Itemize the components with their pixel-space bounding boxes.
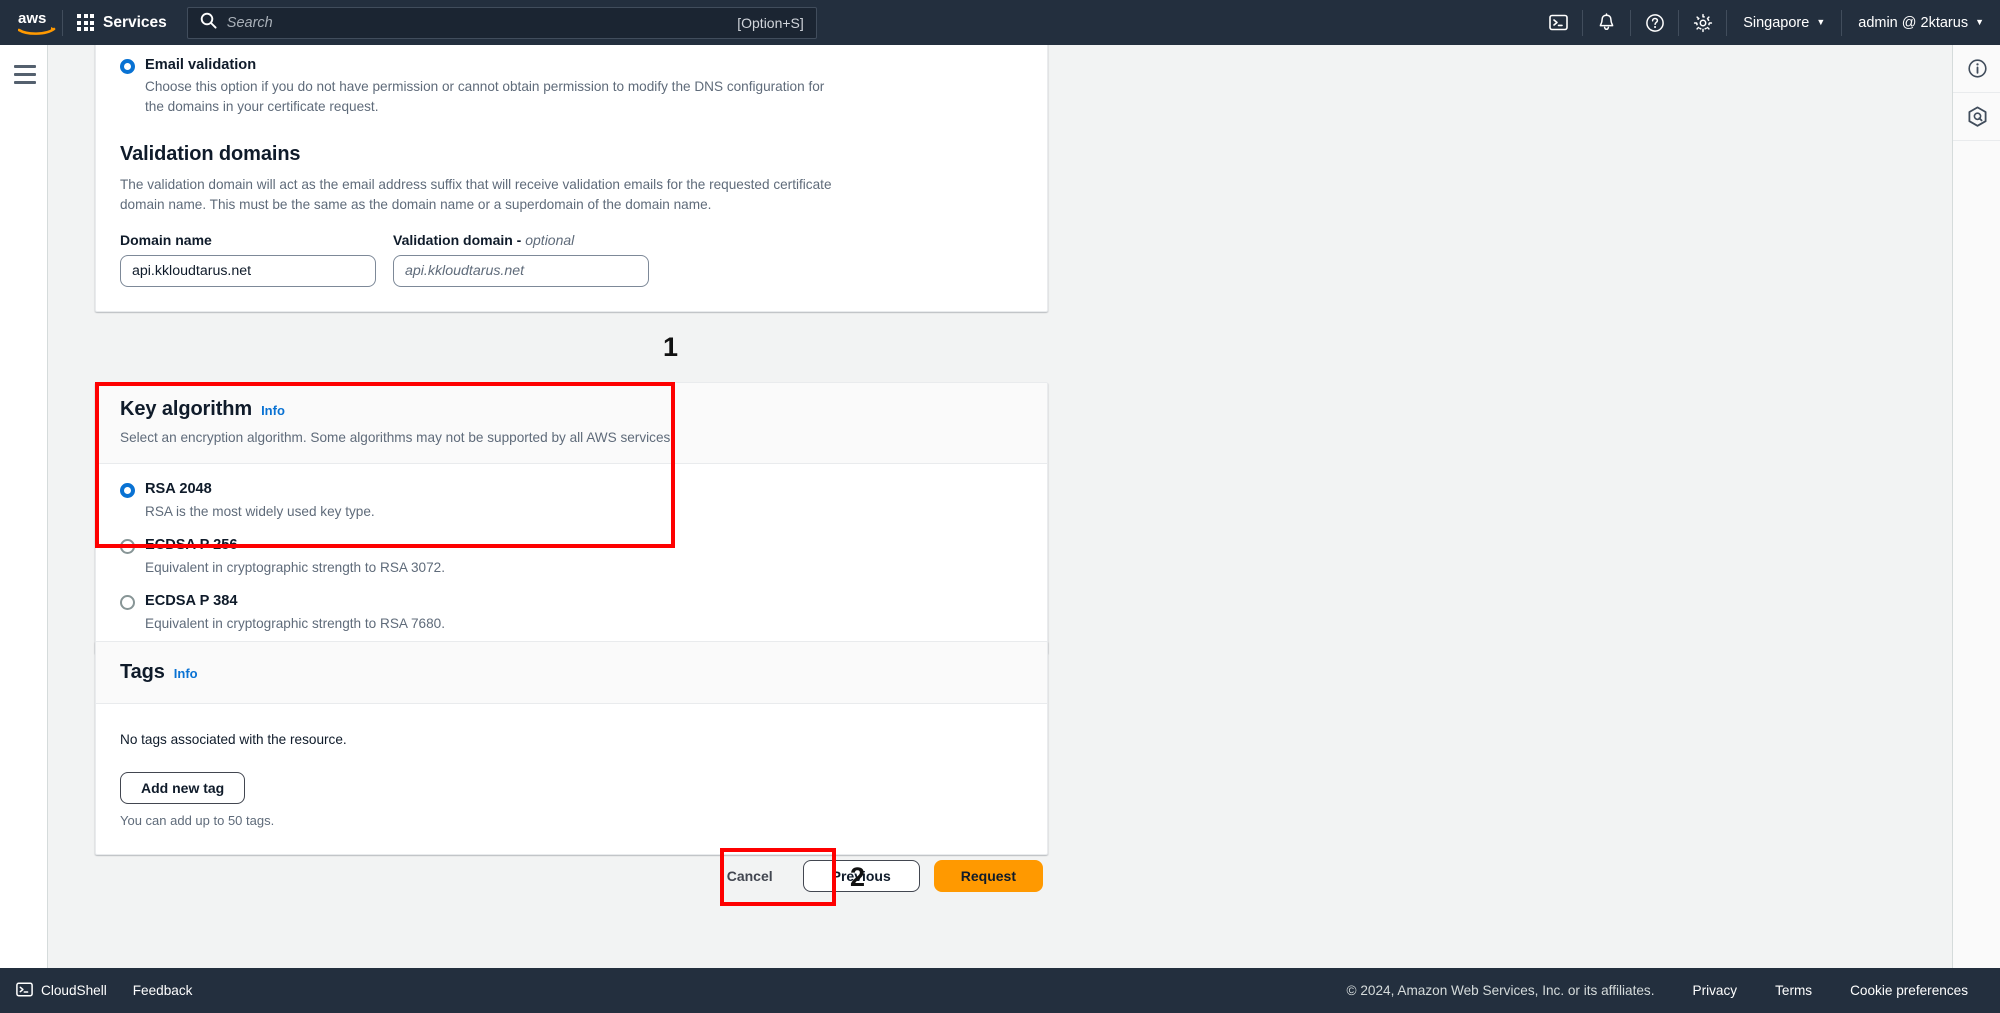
cloudshell-launch-button[interactable]: CloudShell	[16, 981, 107, 1001]
tags-empty-text: No tags associated with the resource.	[120, 732, 347, 747]
key-algorithm-title-row: Key algorithm Info	[120, 398, 1023, 421]
validation-domain-optional-text: optional	[525, 232, 575, 249]
info-circle-icon[interactable]	[1953, 45, 2000, 93]
svg-text:aws: aws	[18, 10, 46, 27]
email-validation-option[interactable]: Email validation	[120, 56, 1023, 74]
search-shortcut-hint: [Option+S]	[737, 14, 804, 31]
validation-domain-field-group: Validation domain - optional api.kkloudt…	[393, 232, 649, 288]
help-icon[interactable]	[1631, 0, 1678, 45]
domain-name-label: Domain name	[120, 232, 212, 249]
top-navigation-bar: aws Services Search [Option+S] Singapore…	[0, 0, 2000, 45]
radio-selected-icon[interactable]	[120, 483, 135, 499]
chevron-down-icon: ▼	[1975, 17, 1984, 27]
key-algorithm-info-link[interactable]: Info	[261, 403, 285, 418]
option-description: RSA is the most widely used key type.	[145, 503, 375, 519]
option-label: ECDSA P 384	[145, 593, 238, 610]
cloudshell-icon[interactable]	[1535, 0, 1582, 45]
gear-icon[interactable]	[1679, 0, 1726, 45]
validation-domain-input[interactable]: api.kkloudtarus.net	[393, 255, 649, 288]
validation-domains-description: The validation domain will act as the em…	[120, 176, 832, 213]
validation-domains-title: Validation domains	[120, 142, 301, 165]
key-algorithm-description: Select an encryption algorithm. Some alg…	[120, 430, 675, 445]
bottom-left-group: CloudShell Feedback	[0, 981, 192, 1001]
region-label: Singapore	[1743, 14, 1810, 31]
key-algorithm-option-ecdsa-p256[interactable]: ECDSA P 256	[120, 536, 1023, 555]
aws-logo[interactable]: aws	[0, 10, 62, 36]
radio-unselected-icon[interactable]	[120, 595, 135, 611]
region-selector[interactable]: Singapore ▼	[1727, 0, 1841, 45]
cancel-button[interactable]: Cancel	[707, 860, 793, 892]
domain-name-input[interactable]: api.kkloudtarus.net	[120, 255, 376, 288]
annotation-number-2: 2	[850, 862, 866, 892]
right-utility-panel	[1952, 45, 2000, 968]
validation-domain-placeholder: api.kkloudtarus.net	[405, 263, 525, 280]
request-button[interactable]: Request	[933, 860, 1043, 892]
main-content-area: Email validation Choose this option if y…	[65, 45, 1949, 968]
privacy-link[interactable]: Privacy	[1693, 983, 1738, 998]
top-nav-right-group: Singapore ▼ admin @ 2ktarus ▼	[1535, 0, 2000, 45]
option-label: RSA 2048	[145, 481, 212, 498]
email-validation-label: Email validation	[145, 57, 257, 73]
tags-header: Tags Info	[96, 642, 1047, 704]
account-label: admin @ 2ktarus	[1858, 14, 1969, 31]
tags-card: Tags Info No tags associated with the res…	[95, 641, 1048, 856]
terms-link[interactable]: Terms	[1775, 983, 1812, 998]
radio-unselected-icon[interactable]	[120, 539, 135, 555]
tags-body: No tags associated with the resource. Ad…	[96, 704, 1047, 855]
validation-card: Email validation Choose this option if y…	[95, 45, 1048, 313]
email-validation-description: Choose this option if you do not have pe…	[145, 79, 825, 114]
left-gutter	[49, 45, 65, 968]
global-search-input[interactable]: Search [Option+S]	[186, 6, 817, 39]
radio-selected-icon[interactable]	[120, 59, 135, 74]
account-menu[interactable]: admin @ 2ktarus ▼	[1842, 0, 2000, 45]
grid-icon	[77, 14, 94, 31]
domain-name-field-group: Domain name api.kkloudtarus.net	[120, 232, 376, 288]
form-actions: Cancel Previous Request	[95, 860, 1113, 892]
cloudshell-icon	[16, 981, 33, 1001]
key-algorithm-header: Key algorithm Info Select an encryption a…	[96, 383, 1047, 465]
key-algorithm-card: Key algorithm Info Select an encryption a…	[95, 382, 1048, 655]
bell-icon[interactable]	[1583, 0, 1630, 45]
key-algorithm-options: RSA 2048 RSA is the most widely used key…	[96, 464, 1047, 654]
key-algorithm-option-ecdsa-p384[interactable]: ECDSA P 384	[120, 592, 1023, 611]
add-new-tag-button[interactable]: Add new tag	[120, 772, 246, 805]
tags-info-link[interactable]: Info	[174, 666, 198, 681]
validation-domain-label: Validation domain - optional	[393, 232, 649, 248]
tags-title: Tags	[120, 661, 165, 683]
tags-limit-note: You can add up to 50 tags.	[120, 813, 275, 829]
validation-domain-label-text: Validation domain -	[393, 232, 526, 249]
key-algorithm-title: Key algorithm	[120, 398, 253, 420]
cookie-preferences-link[interactable]: Cookie preferences	[1850, 983, 1968, 998]
bottom-right-group: © 2024, Amazon Web Services, Inc. or its…	[1347, 983, 2000, 998]
menu-toggle-button[interactable]	[14, 65, 36, 89]
key-algorithm-option-rsa2048[interactable]: RSA 2048	[120, 480, 1023, 499]
left-navigation-panel	[0, 45, 48, 968]
domain-fields-row: Domain name api.kkloudtarus.net Validati…	[120, 232, 1023, 288]
cloudshell-label: CloudShell	[41, 983, 107, 998]
aws-q-hexagon-icon[interactable]	[1953, 93, 2000, 141]
option-description: Equivalent in cryptographic strength to …	[145, 559, 445, 575]
feedback-link[interactable]: Feedback	[133, 983, 193, 998]
option-description: Equivalent in cryptographic strength to …	[145, 615, 445, 631]
copyright-text: © 2024, Amazon Web Services, Inc. or its…	[1346, 983, 1655, 998]
option-label: ECDSA P 256	[145, 537, 238, 554]
domain-name-value: api.kkloudtarus.net	[132, 263, 252, 280]
annotation-number-1: 1	[663, 332, 679, 362]
bottom-status-bar: CloudShell Feedback © 2024, Amazon Web S…	[0, 968, 2000, 1013]
chevron-down-icon: ▼	[1816, 17, 1826, 27]
search-placeholder: Search	[226, 14, 273, 31]
search-icon	[200, 12, 217, 34]
services-menu-button[interactable]: Services	[63, 0, 181, 45]
services-label: Services	[103, 13, 167, 31]
